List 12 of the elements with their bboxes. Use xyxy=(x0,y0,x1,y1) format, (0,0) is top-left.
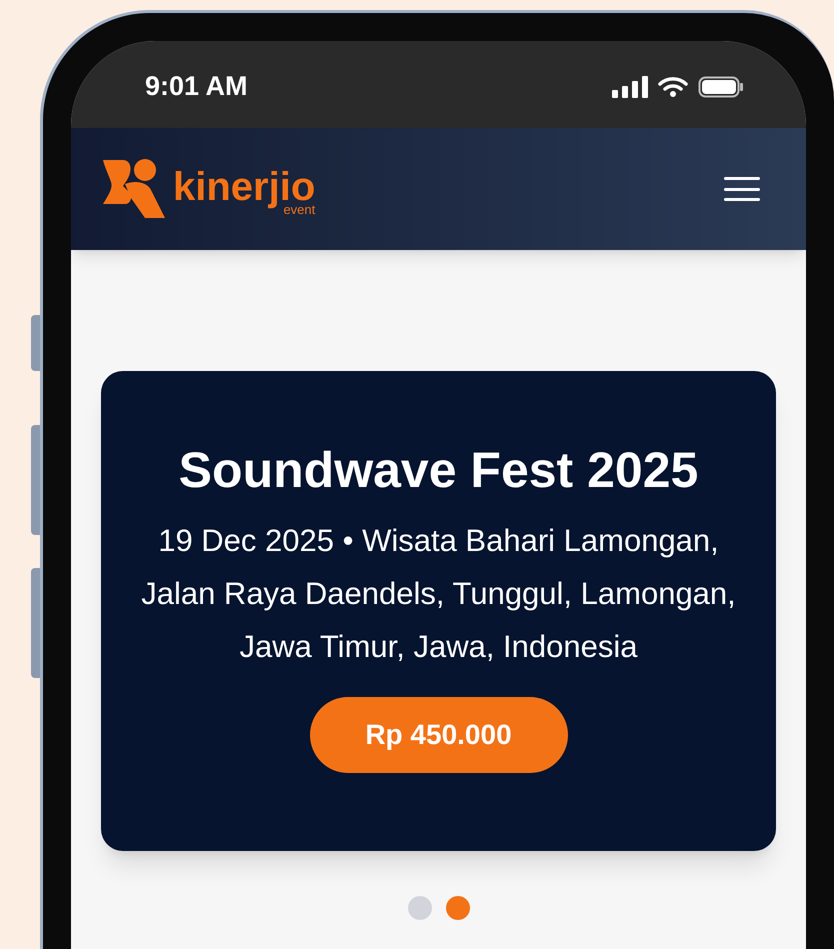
price-button[interactable]: Rp 450.000 xyxy=(310,696,568,772)
brand-logo[interactable]: kinerjio event xyxy=(101,158,316,220)
menu-icon[interactable] xyxy=(724,174,760,204)
battery-icon xyxy=(698,76,744,98)
signal-icon xyxy=(612,76,648,98)
logo-wordmark: kinerjio xyxy=(173,167,316,207)
wifi-icon xyxy=(658,76,688,98)
logo-mark-icon xyxy=(101,158,167,220)
event-title: Soundwave Fest 2025 xyxy=(178,441,698,500)
event-banner-card[interactable]: Soundwave Fest 2025 19 Dec 2025 • Wisata Bahari Lamongan, Jalan Raya Daendels, Tunggul, Lamongan, Jawa Timur, Jawa, Indonesia Rp 450.000 xyxy=(101,371,776,851)
event-details: 19 Dec 2025 • Wisata Bahari Lamongan, Jalan Raya Daendels, Tunggul, Lamongan, Jawa Timur, Jawa, Indonesia xyxy=(140,522,737,666)
status-time: 9:01 AM xyxy=(145,70,248,104)
